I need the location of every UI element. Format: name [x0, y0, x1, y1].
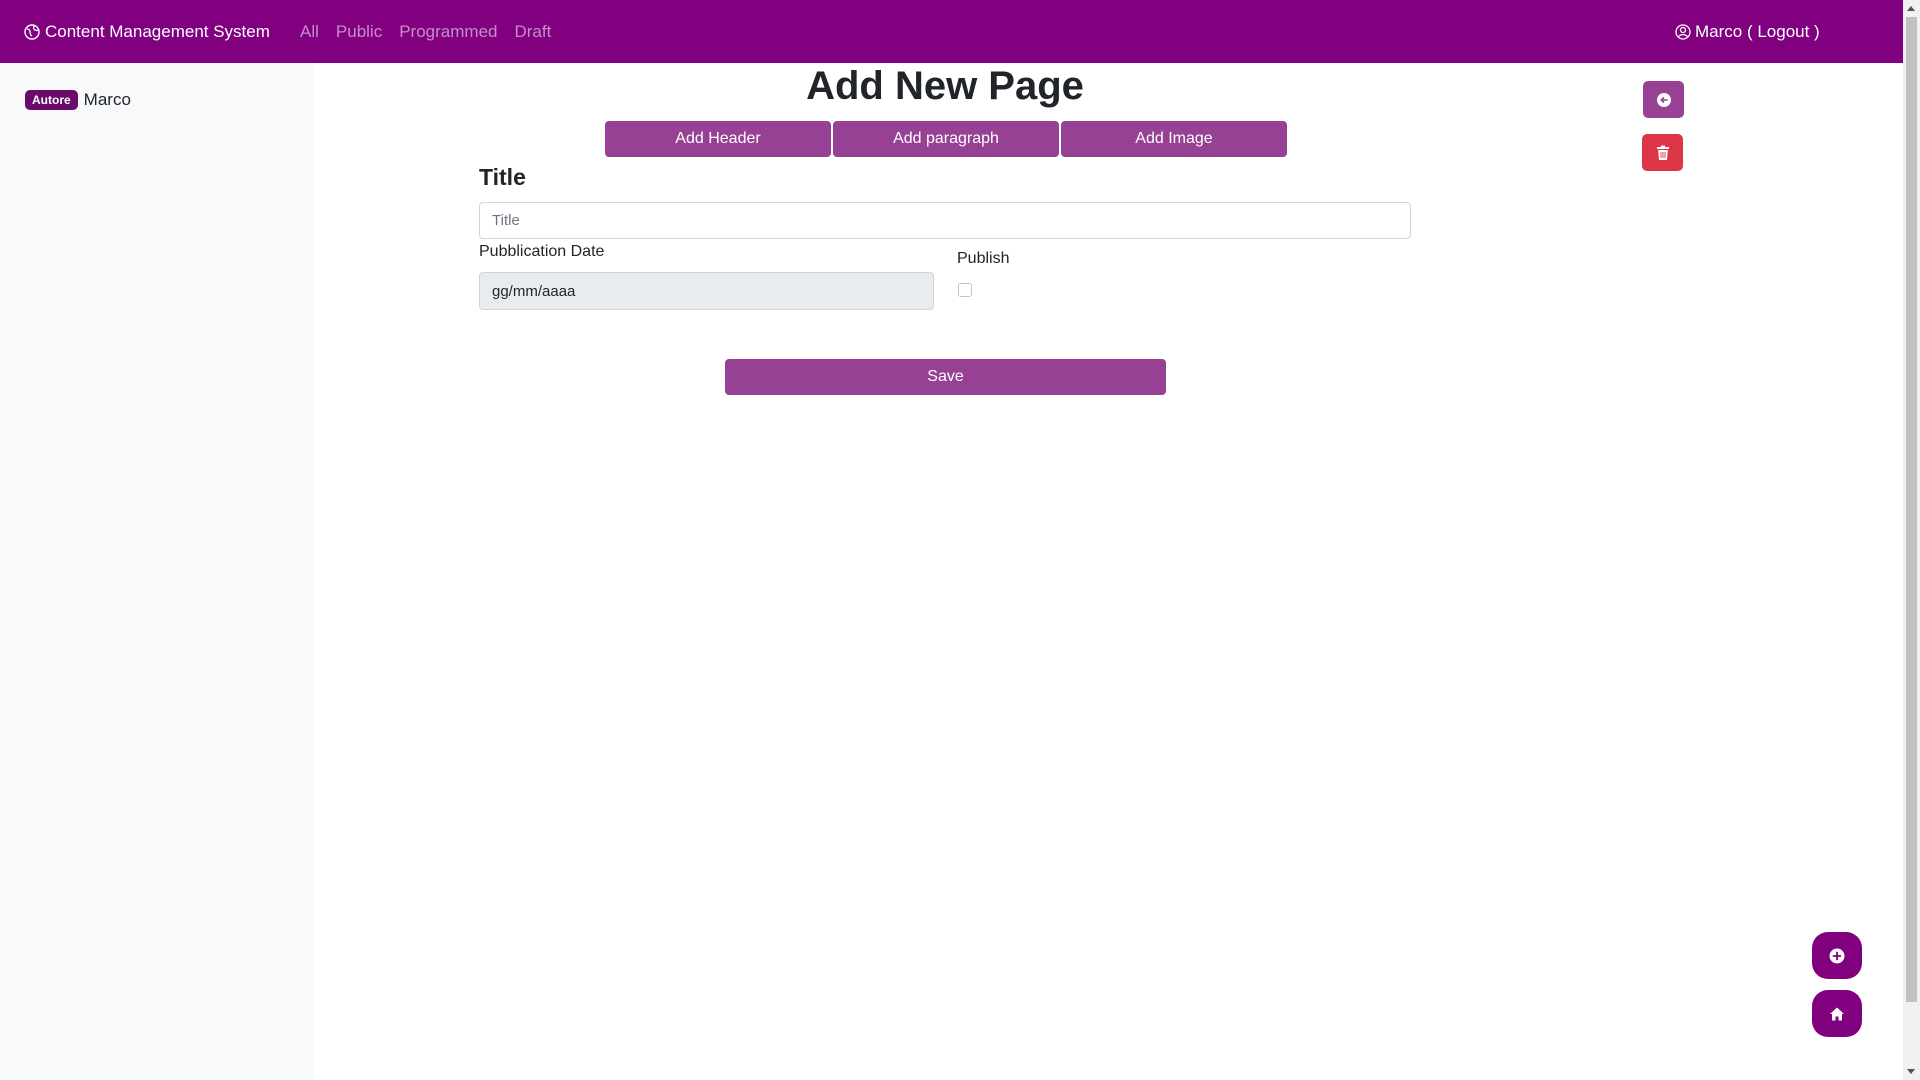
logout-link[interactable]: Marco ( Logout )	[1675, 0, 1820, 63]
scrollbar-thumb[interactable]	[1906, 17, 1917, 1002]
vertical-scrollbar[interactable]	[1903, 0, 1920, 1080]
person-circle-icon	[1675, 23, 1691, 40]
house-icon	[1830, 1007, 1844, 1020]
nav-link-draft[interactable]: Draft	[514, 22, 551, 42]
plus-circle-icon	[1829, 948, 1845, 963]
back-button[interactable]	[1643, 81, 1684, 118]
save-button[interactable]: Save	[725, 359, 1166, 395]
user-logout-text: Marco ( Logout )	[1695, 21, 1820, 41]
page-title: Add New Page	[806, 64, 1084, 108]
author-name: Marco	[83, 90, 131, 109]
add-paragraph-button[interactable]: Add paragraph	[833, 121, 1059, 157]
publication-date-label: Pubblication Date	[479, 243, 605, 260]
publication-date-input[interactable]: gg/mm/aaaa	[479, 272, 934, 310]
publish-checkbox[interactable]	[958, 283, 972, 297]
add-content-buttons: Add Header Add paragraph Add Image	[605, 121, 1289, 157]
title-input[interactable]	[479, 202, 1411, 239]
add-page-fab[interactable]	[1812, 932, 1862, 979]
nav-link-public[interactable]: Public	[336, 22, 382, 42]
home-fab[interactable]	[1812, 990, 1862, 1037]
scroll-down-arrow-icon[interactable]	[1907, 1069, 1915, 1074]
delete-button[interactable]	[1642, 134, 1683, 171]
scroll-up-arrow-icon[interactable]	[1907, 6, 1915, 11]
nav-link-programmed[interactable]: Programmed	[399, 22, 497, 42]
author-badge: Autore	[25, 90, 78, 110]
brand-link[interactable]: Content Management System	[24, 0, 270, 63]
trash-icon	[1656, 145, 1669, 160]
nav-link-all[interactable]: All	[300, 22, 319, 42]
add-image-button[interactable]: Add Image	[1061, 121, 1287, 157]
nav-links: All Public Programmed Draft	[300, 0, 568, 63]
add-header-button[interactable]: Add Header	[605, 121, 831, 157]
globe-icon	[24, 23, 40, 40]
title-label: Title	[479, 164, 526, 190]
sidebar: Autore Marco	[0, 63, 313, 1080]
brand-text: Content Management System	[45, 21, 270, 41]
publish-label: Publish	[957, 250, 1010, 267]
top-navbar: Content Management System All Public Pro…	[0, 0, 1903, 63]
arrow-left-circle-icon	[1656, 92, 1671, 107]
author-info: Autore Marco	[25, 90, 131, 110]
